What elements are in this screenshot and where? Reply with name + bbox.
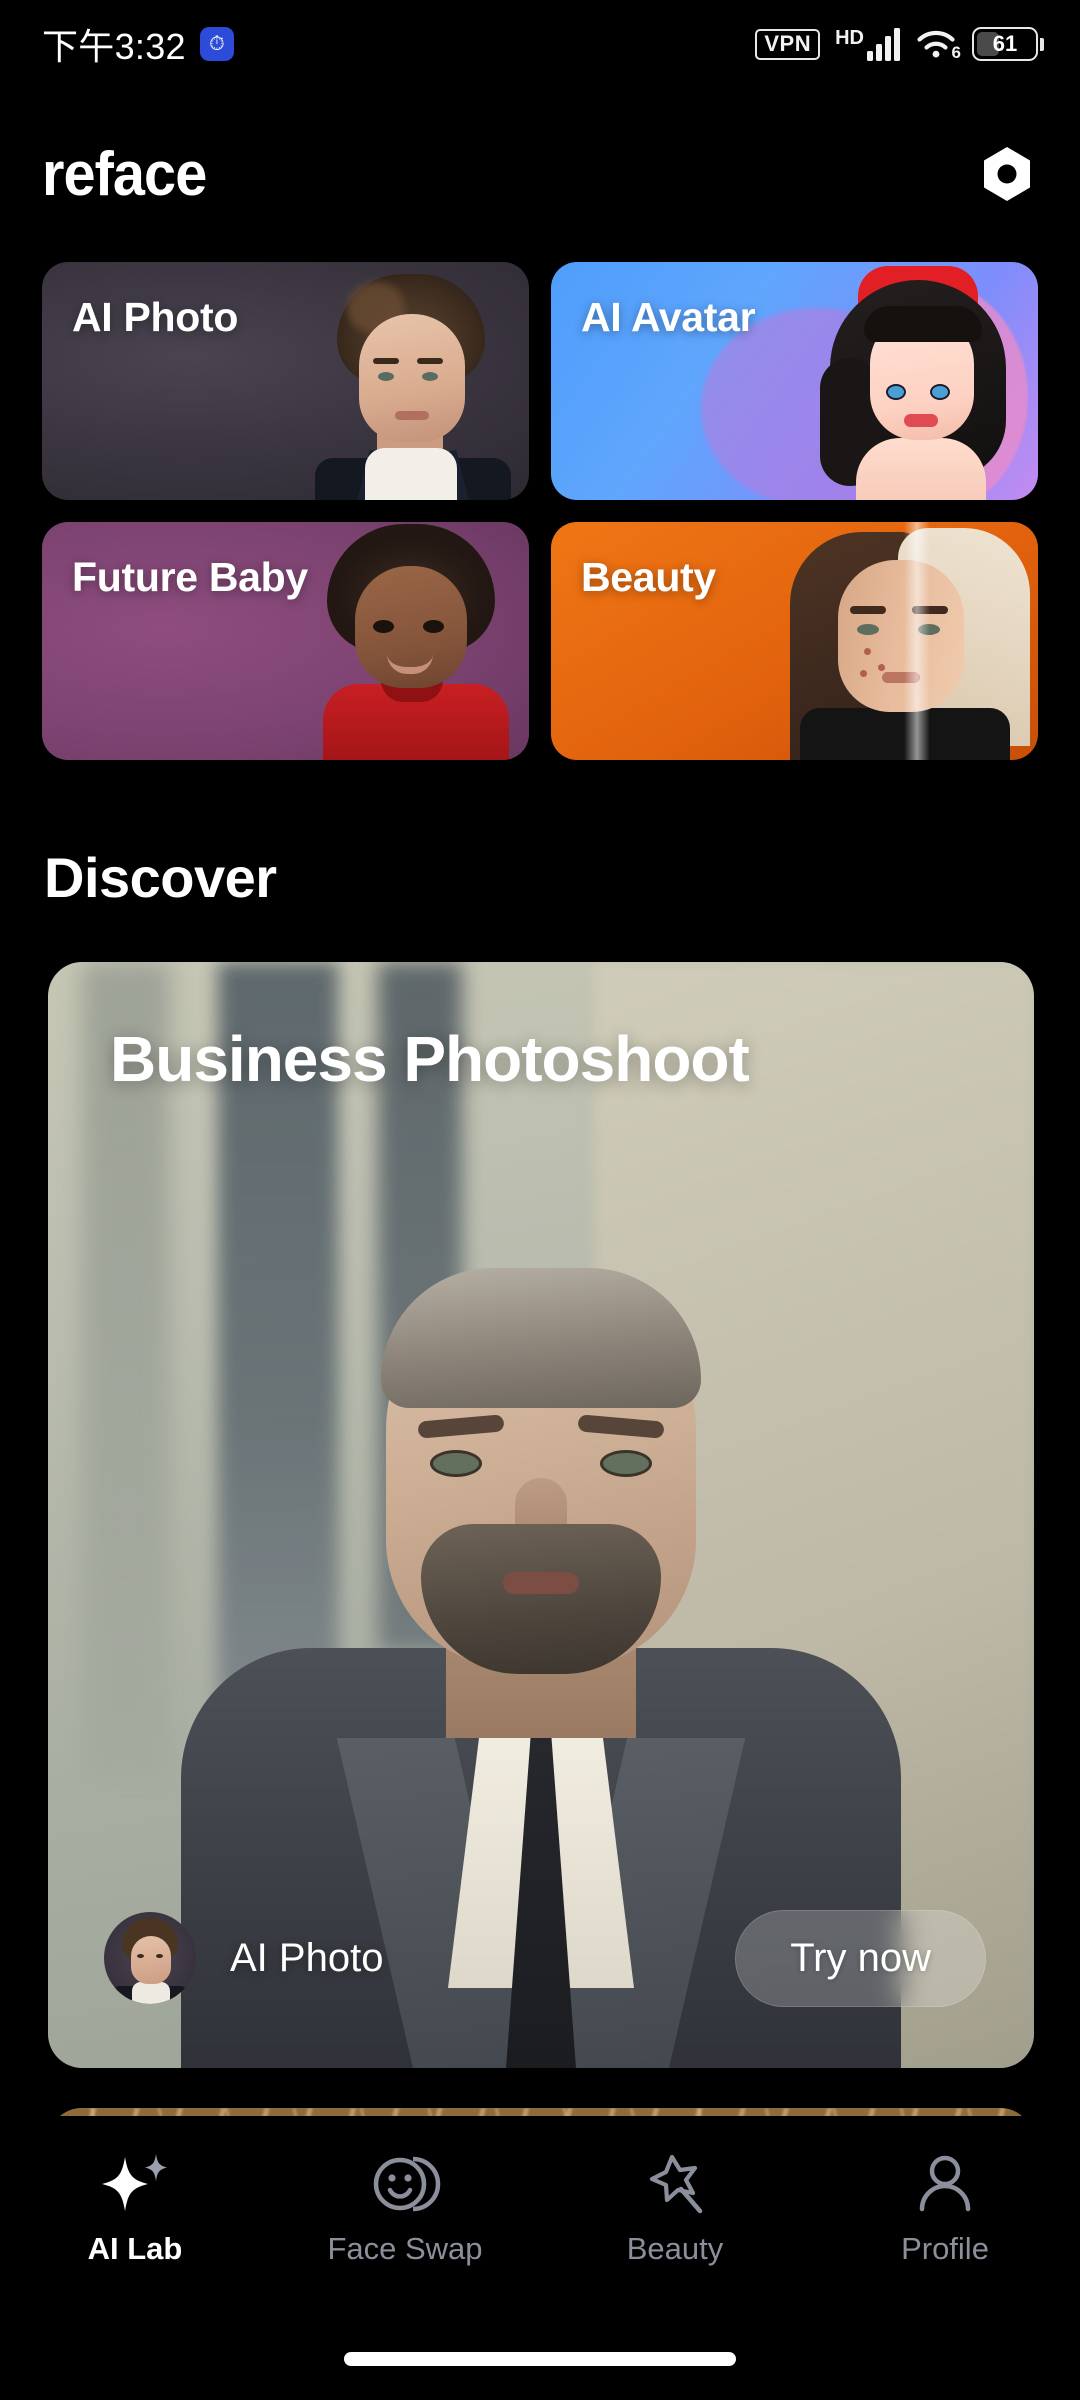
status-bar: 下午3:32 ⏱ VPN HD 6 61 <box>0 0 1080 88</box>
nav-item-ai-lab[interactable]: AI Lab <box>0 2153 270 2267</box>
discover-hero-card[interactable]: Business Photoshoot AI Photo Try now <box>48 962 1034 2068</box>
feature-card-beauty[interactable]: Beauty <box>551 522 1038 760</box>
nav-label: Beauty <box>626 2231 724 2266</box>
nav-item-profile[interactable]: Profile <box>810 2153 1080 2267</box>
status-bar-left: 下午3:32 ⏱ <box>42 18 234 70</box>
alarm-icon: ⏱ <box>199 27 234 61</box>
faces-icon <box>369 2153 441 2215</box>
status-bar-right: VPN HD 6 61 <box>755 27 1044 62</box>
nav-label: Face Swap <box>327 2231 483 2266</box>
feature-card-label: AI Photo <box>72 294 239 340</box>
hero-avatar <box>104 1912 196 2004</box>
app-logo: reface <box>42 139 207 209</box>
wifi-generation-label: 6 <box>951 43 961 62</box>
magic-wand-icon <box>642 2153 708 2215</box>
try-now-button[interactable]: Try now <box>735 1909 986 2007</box>
status-time: 下午3:32 <box>42 26 186 67</box>
person-icon <box>913 2153 977 2215</box>
hd-label: HD <box>835 27 864 49</box>
app-screen: 下午3:32 ⏱ VPN HD 6 61 reface AI Photo AI … <box>0 0 1080 2400</box>
nav-label: AI Lab <box>87 2231 183 2266</box>
battery-icon: 61 <box>972 27 1044 61</box>
feature-card-ai-photo[interactable]: AI Photo <box>42 262 529 500</box>
discover-section-title: Discover <box>44 846 277 909</box>
battery-percent-label: 61 <box>992 31 1018 56</box>
nav-item-face-swap[interactable]: Face Swap <box>270 2153 540 2267</box>
feature-card-future-baby[interactable]: Future Baby <box>42 522 529 760</box>
feature-card-label: AI Avatar <box>581 294 756 340</box>
hero-category-label: AI Photo <box>230 1935 384 1980</box>
hexagon-icon[interactable] <box>976 143 1038 205</box>
signal-bars-icon <box>867 27 900 61</box>
nav-item-beauty[interactable]: Beauty <box>540 2153 810 2267</box>
feature-card-label: Future Baby <box>72 554 308 600</box>
bottom-navigation: AI Lab Face Swap Beauty Profile <box>0 2116 1080 2304</box>
app-header: reface <box>0 120 1080 228</box>
sparkle-icon <box>98 2153 172 2215</box>
home-indicator[interactable] <box>344 2352 736 2366</box>
hero-title: Business Photoshoot <box>110 1023 750 1095</box>
wifi-icon: 6 <box>915 27 961 62</box>
vpn-icon: VPN <box>755 28 821 60</box>
nav-label: Profile <box>901 2231 989 2266</box>
hero-footer: AI Photo Try now <box>48 1848 1034 2068</box>
feature-card-ai-avatar[interactable]: AI Avatar <box>551 262 1038 500</box>
cellular-signal-icon: HD <box>835 27 900 61</box>
feature-card-grid: AI Photo AI Avatar Future Baby Beauty <box>42 262 1038 760</box>
feature-card-label: Beauty <box>581 554 716 600</box>
